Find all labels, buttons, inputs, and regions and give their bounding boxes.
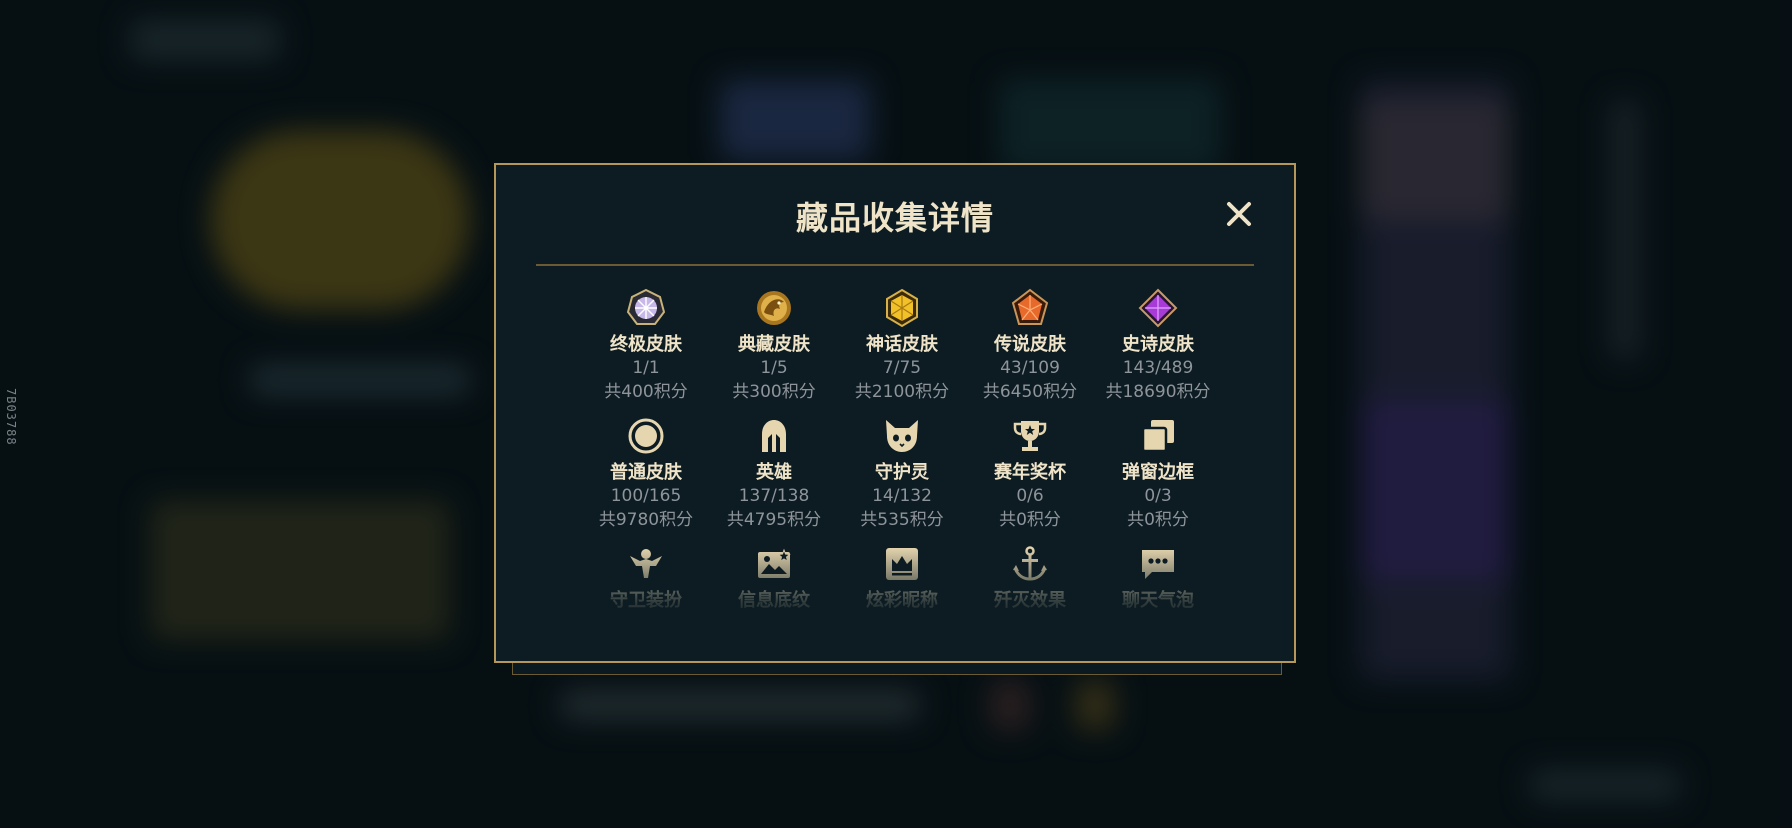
mythic-skin-gem-icon [886,288,918,328]
normal-skin-circle-icon [628,418,664,454]
item-name: 普通皮肤 [610,462,682,483]
item-name: 聊天气泡 [1122,590,1194,611]
title-divider [536,264,1254,266]
item-count: 7/75 [882,358,922,378]
close-button[interactable] [1224,199,1254,229]
item-name: 英雄 [756,462,792,483]
collection-row: 终极皮肤 1/1 共400积分 典藏皮肤 1/5 共300积分 神话皮肤 7/7… [582,287,1222,415]
champion-helmet-icon [762,420,786,452]
item-count: 0/3 [1144,486,1172,506]
side-code-text: 7B03788 [4,388,18,446]
item-name: 信息底纹 [738,590,810,611]
item-name: 弹窗边框 [1122,462,1194,483]
item-points: 共0积分 [999,510,1061,530]
chat-bubble-icon [1142,550,1174,579]
collection-details-modal: 藏品收集详情 终极皮肤 1/1 共400积分 典藏皮肤 1/5 共300积分 神… [494,163,1296,663]
item-points: 共0积分 [1127,510,1189,530]
item-name: 典藏皮肤 [738,334,810,355]
item-name: 歼灭效果 [994,590,1066,611]
collection-item-chat-bubble[interactable]: 聊天气泡 [1094,543,1222,627]
collection-grid[interactable]: 终极皮肤 1/1 共400积分 典藏皮肤 1/5 共300积分 神话皮肤 7/7… [582,287,1222,627]
collection-item-elimination-effect[interactable]: 歼灭效果 [966,543,1094,627]
collection-row: 守卫装扮 信息底纹 炫彩昵称 歼灭效果 聊天气泡 [582,543,1222,627]
item-points: 共18690积分 [1105,382,1211,402]
item-count: 137/138 [738,486,810,506]
collector-skin-dragon-icon [757,291,791,325]
collection-item-guardian[interactable]: 守护灵 14/132 共535积分 [838,415,966,543]
collection-item-legendary-skin[interactable]: 传说皮肤 43/109 共6450积分 [966,287,1094,415]
item-count: 0/6 [1016,486,1044,506]
epic-skin-gem-icon [1138,288,1178,328]
item-name: 终极皮肤 [610,334,682,355]
elimination-effect-anchor-icon [1013,546,1047,581]
item-count: 43/109 [1000,358,1060,378]
item-name: 传说皮肤 [994,334,1066,355]
item-count: 1/5 [760,358,788,378]
trophy-icon [1013,421,1047,451]
item-count: 1/1 [632,358,660,378]
collection-item-colorful-nickname[interactable]: 炫彩昵称 [838,543,966,627]
item-points: 共4795积分 [726,510,822,530]
item-points: 共6450积分 [982,382,1078,402]
profile-background-icon [758,548,791,578]
item-name: 赛年奖杯 [994,462,1066,483]
item-name: 守护灵 [875,462,929,483]
item-name: 守卫装扮 [610,590,682,611]
collection-item-epic-skin[interactable]: 史诗皮肤 143/489 共18690积分 [1094,287,1222,415]
colorful-nickname-crown-icon [886,548,918,580]
item-name: 炫彩昵称 [866,590,938,611]
popup-frame-icon [1141,420,1174,453]
item-points: 共300积分 [732,382,816,402]
collection-row: 普通皮肤 100/165 共9780积分 英雄 137/138 共4795积分 [582,415,1222,543]
guardian-creature-icon [886,420,918,452]
item-points: 共535积分 [860,510,944,530]
item-count: 14/132 [872,486,932,506]
collection-item-ward-skin[interactable]: 守卫装扮 [582,543,710,627]
item-points: 共9780积分 [598,510,694,530]
collection-item-normal-skin[interactable]: 普通皮肤 100/165 共9780积分 [582,415,710,543]
item-name: 史诗皮肤 [1122,334,1194,355]
item-name: 神话皮肤 [866,334,938,355]
item-points: 共400积分 [604,382,688,402]
collection-item-collector-skin[interactable]: 典藏皮肤 1/5 共300积分 [710,287,838,415]
collection-item-mythic-skin[interactable]: 神话皮肤 7/75 共2100积分 [838,287,966,415]
close-icon [1227,202,1251,226]
collection-item-champion[interactable]: 英雄 137/138 共4795积分 [710,415,838,543]
item-points: 共2100积分 [854,382,950,402]
ultimate-skin-gem-icon [626,288,666,325]
collection-item-popup-frame[interactable]: 弹窗边框 0/3 共0积分 [1094,415,1222,543]
legendary-skin-gem-icon [1011,288,1049,325]
ward-skin-icon [630,549,662,578]
item-count: 143/489 [1122,358,1194,378]
modal-title: 藏品收集详情 [795,199,994,237]
collection-item-profile-background[interactable]: 信息底纹 [710,543,838,627]
collection-item-ultimate-skin[interactable]: 终极皮肤 1/1 共400积分 [582,287,710,415]
collection-item-season-trophy[interactable]: 赛年奖杯 0/6 共0积分 [966,415,1094,543]
item-count: 100/165 [610,486,682,506]
